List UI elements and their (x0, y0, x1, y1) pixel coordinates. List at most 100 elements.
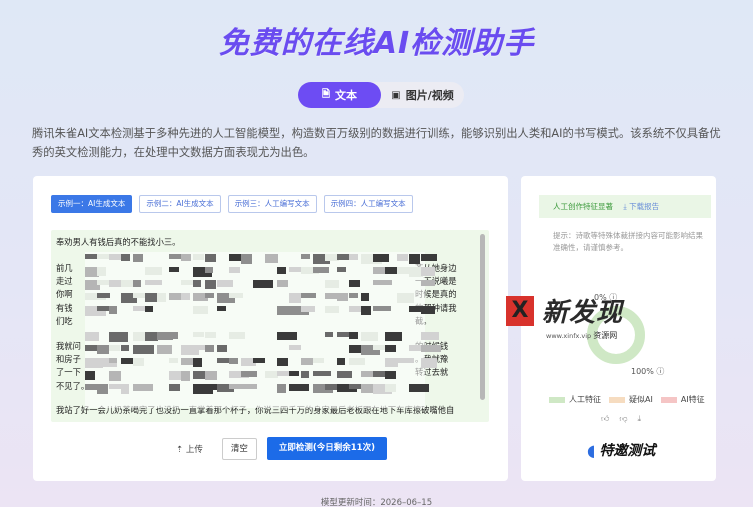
redaction-block (349, 332, 358, 339)
para2-start-line: 前几 (56, 263, 73, 273)
download-label: 下载报告 (629, 202, 660, 211)
human-percent-value: 100% (631, 367, 654, 376)
text-scrollbar[interactable] (480, 234, 485, 400)
redaction-block (421, 358, 437, 368)
download-icon[interactable]: ⤓ (638, 414, 642, 424)
redaction-block (277, 280, 288, 287)
redaction-block (229, 358, 238, 364)
redaction-block (121, 384, 129, 394)
tab-image-video-label: 图片/视频 (405, 89, 454, 102)
example-4-button[interactable]: 示例四：人工编写文本 (323, 195, 413, 213)
legend-ai: AI特征 (660, 394, 705, 405)
redaction-block (277, 384, 286, 393)
redaction-block (133, 345, 154, 354)
watermark-suffix: 资源网 (593, 331, 618, 340)
redaction-block (277, 358, 288, 366)
watermark-mark: X (506, 296, 534, 326)
legend-suspect-ai: 疑似AI (609, 394, 653, 405)
redaction-block (205, 345, 214, 352)
redaction-block (109, 332, 128, 342)
redaction-block (421, 306, 435, 314)
redaction-block (337, 267, 346, 272)
redaction-block (97, 293, 110, 298)
redaction-block (301, 306, 315, 312)
redaction-block (169, 384, 180, 391)
pixelated-redaction (85, 252, 441, 408)
redaction-block (241, 254, 252, 264)
redaction-block (217, 345, 227, 352)
redaction-block (361, 306, 371, 315)
redaction-block (361, 332, 378, 341)
redaction-block (289, 293, 301, 303)
redaction-block (313, 371, 331, 376)
site-watermark: X 新发现 www.xinfx.vip 资源网 (506, 294, 646, 344)
redaction-block (265, 254, 278, 263)
redaction-block (241, 371, 257, 377)
brand-mark-icon: ◖ (587, 440, 596, 460)
redaction-block (337, 358, 345, 365)
redaction-block (373, 254, 389, 262)
redaction-block (217, 306, 226, 311)
result-header: 人工创作特征显著 ⤓ 下载报告 (539, 195, 711, 218)
thumbs-down-icon[interactable]: 👎︎ (619, 414, 627, 424)
redaction-block (289, 345, 301, 350)
redaction-block (409, 254, 420, 264)
example-2-button[interactable]: 示例二：AI生成文本 (139, 195, 221, 213)
redaction-block (181, 280, 193, 285)
redaction-block (253, 358, 265, 363)
tab-text[interactable]: 🗎 文本 (298, 82, 381, 108)
redaction-block (349, 358, 365, 365)
redaction-block (121, 345, 129, 351)
redaction-block (133, 384, 153, 391)
tab-image-video[interactable]: ▣ 图片/视频 (381, 82, 464, 108)
redaction-block (325, 280, 339, 288)
redaction-block (181, 293, 190, 300)
example-3-button[interactable]: 示例三：人工编写文本 (227, 195, 317, 213)
redaction-block (385, 332, 402, 341)
document-icon: 🗎 (321, 88, 331, 100)
thumbs-up-icon[interactable]: 👍︎ (601, 414, 609, 424)
redaction-block (97, 267, 106, 276)
redaction-block (349, 293, 358, 298)
para2-start-line: 有钱 (56, 302, 73, 313)
redaction-block (181, 371, 190, 381)
result-legend: 人工特征 疑似AI AI特征 (549, 394, 705, 405)
redaction-block (397, 358, 414, 363)
para2-start-line: 你啊 (56, 289, 73, 300)
redaction-block (325, 293, 337, 299)
clear-button[interactable]: 清空 (221, 437, 257, 460)
watermark-url: www.xinfx.vip 资源网 (546, 330, 617, 341)
example-1-button[interactable]: 示例一：AI生成文本 (51, 195, 133, 213)
upload-icon: ⇡ (176, 444, 184, 455)
feedback-row: 👍︎ 👎︎ ⤓ (601, 414, 641, 424)
human-percent: 100% ⓘ (631, 366, 664, 377)
redaction-block (397, 254, 408, 261)
redaction-block (97, 384, 108, 394)
redaction-block (133, 254, 143, 262)
redaction-block (193, 332, 204, 337)
redaction-block (85, 332, 99, 341)
legend-swatch (660, 396, 677, 403)
upload-label: 上传 (185, 444, 203, 455)
legend-swatch (549, 396, 565, 403)
upload-button[interactable]: ⇡ 上传 (167, 443, 212, 455)
redaction-block (325, 332, 333, 337)
download-report-link[interactable]: ⤓ 下载报告 (623, 202, 659, 211)
para2-start: 前几 走过 你啊 有钱 们吃 (56, 262, 73, 328)
redaction-block (337, 371, 352, 378)
detect-button[interactable]: 立即检测(今日剩余11次) (266, 437, 387, 460)
redaction-block (109, 371, 121, 381)
watermark-text: 新发现 (542, 298, 624, 328)
redaction-block (361, 293, 369, 301)
redaction-block (169, 293, 181, 300)
redaction-block (181, 254, 191, 261)
redaction-block (133, 358, 144, 366)
redaction-block (385, 384, 396, 392)
intro-description: 腾讯朱雀AI文本检测基于多种先进的人工智能模型，构造数百万级别的数据进行训练，能… (32, 127, 721, 159)
redaction-block (253, 280, 273, 288)
redaction-block (349, 254, 358, 260)
redaction-block (301, 293, 316, 298)
redaction-block (301, 358, 313, 365)
redaction-block (421, 267, 435, 276)
info-icon[interactable]: ⓘ (656, 367, 664, 376)
